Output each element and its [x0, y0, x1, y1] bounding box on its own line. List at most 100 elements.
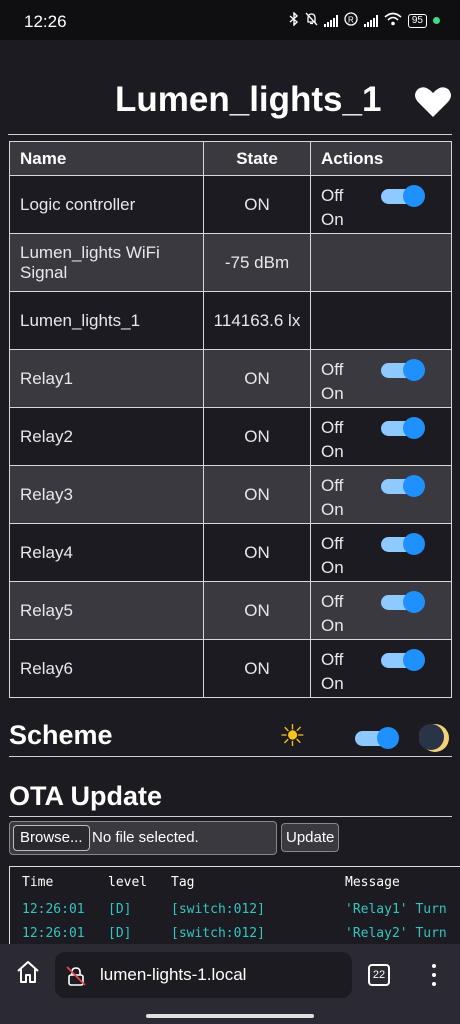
relay1-toggle[interactable] — [381, 358, 425, 381]
log-level: [D] — [108, 926, 132, 941]
mute-bell-icon — [305, 12, 318, 29]
row-state: ON — [203, 523, 311, 582]
off-label: Off — [321, 185, 344, 205]
on-label: On — [321, 383, 344, 403]
column-header-state: State — [203, 141, 311, 176]
logic-controller-toggle[interactable] — [381, 184, 425, 207]
scheme-toggle[interactable] — [355, 727, 399, 749]
insecure-lock-icon[interactable] — [65, 965, 87, 987]
off-label: Off — [321, 359, 344, 379]
relay4-toggle[interactable] — [381, 532, 425, 555]
row-name: Relay1 — [9, 349, 204, 408]
roaming-icon: R — [344, 12, 358, 29]
row-name: Logic controller — [9, 175, 204, 234]
privacy-dot-icon — [433, 17, 440, 24]
gesture-handle — [146, 1014, 314, 1018]
row-state: ON — [203, 465, 311, 524]
row-name: Relay4 — [9, 523, 204, 582]
log-message: 'Relay1' Turn — [345, 902, 447, 917]
menu-kebab-icon[interactable] — [428, 962, 440, 988]
row-name: Lumen_lights_1 — [9, 291, 204, 350]
row-state: ON — [203, 349, 311, 408]
relay6-toggle[interactable] — [381, 648, 425, 671]
divider — [9, 756, 452, 757]
row-actions: Off On — [310, 523, 452, 582]
row-name: Relay2 — [9, 407, 204, 466]
svg-text:R: R — [348, 16, 354, 25]
off-label: Off — [321, 475, 344, 495]
battery-icon: 95 — [407, 13, 427, 28]
bluetooth-icon — [289, 11, 299, 29]
log-panel[interactable]: Time level Tag Message 12:26:01 [D] [swi… — [9, 866, 460, 944]
on-label: On — [321, 499, 344, 519]
tab-count-button[interactable]: 22 — [368, 964, 390, 986]
row-actions — [310, 291, 452, 350]
log-header-time: Time — [22, 875, 54, 890]
scheme-section: Scheme ☀ — [9, 720, 452, 756]
log-message: 'Relay2' Turn — [345, 926, 447, 941]
off-label: Off — [321, 533, 344, 553]
row-actions: Off On — [310, 465, 452, 524]
log-header-tag: Tag — [171, 875, 195, 890]
table-header-row: Name State Actions — [9, 141, 452, 176]
on-label: On — [321, 615, 344, 635]
row-state: ON — [203, 175, 311, 234]
sun-icon: ☀ — [279, 720, 306, 753]
divider — [8, 134, 452, 135]
moon-icon — [419, 724, 449, 752]
on-label: On — [321, 557, 344, 577]
web-page: Lumen_lights_1 Name State Actions Logic … — [0, 40, 460, 944]
table-row: Lumen_lights_1 114163.6 lx — [9, 291, 452, 350]
log-header-level: level — [108, 875, 148, 890]
off-label: Off — [321, 649, 344, 669]
browse-button[interactable]: Browse... — [13, 825, 90, 851]
signal-icon — [323, 14, 338, 27]
status-bar: 12:26 R 95 — [0, 0, 460, 40]
table-row: Relay6 ON Off On — [9, 639, 452, 698]
row-state: -75 dBm — [203, 233, 311, 292]
log-tag: [switch:012] — [171, 902, 265, 917]
row-state: ON — [203, 407, 311, 466]
log-level: [D] — [108, 902, 132, 917]
on-label: On — [321, 209, 344, 229]
table-row: Relay1 ON Off On — [9, 349, 452, 408]
status-icons: R 95 — [289, 11, 440, 29]
on-label: On — [321, 441, 344, 461]
file-input[interactable]: Browse... No file selected. — [9, 821, 277, 855]
row-actions — [310, 233, 452, 292]
row-actions: Off On — [310, 175, 452, 234]
off-label: Off — [321, 417, 344, 437]
divider — [9, 816, 452, 817]
row-actions: Off On — [310, 639, 452, 698]
log-header-message: Message — [345, 875, 400, 890]
relay3-toggle[interactable] — [381, 474, 425, 497]
row-name: Relay5 — [9, 581, 204, 640]
row-state: ON — [203, 639, 311, 698]
off-label: Off — [321, 591, 344, 611]
url-bar[interactable]: lumen-lights-1.local — [55, 952, 352, 998]
status-time: 12:26 — [24, 12, 67, 31]
log-time: 12:26:01 — [22, 902, 85, 917]
row-state: ON — [203, 581, 311, 640]
row-name: Relay6 — [9, 639, 204, 698]
file-status: No file selected. — [92, 829, 199, 846]
table-row: Relay3 ON Off On — [9, 465, 452, 524]
log-time: 12:26:01 — [22, 926, 85, 941]
home-icon[interactable] — [14, 958, 42, 986]
page-title: Lumen_lights_1 — [115, 80, 382, 119]
on-label: On — [321, 673, 344, 693]
table-row: Relay2 ON Off On — [9, 407, 452, 466]
heart-icon — [415, 87, 451, 117]
column-header-actions: Actions — [310, 141, 452, 176]
row-name: Lumen_lights WiFi Signal — [9, 233, 204, 292]
update-button[interactable]: Update — [281, 823, 340, 852]
table-row: Relay5 ON Off On — [9, 581, 452, 640]
relay2-toggle[interactable] — [381, 416, 425, 439]
relay5-toggle[interactable] — [381, 590, 425, 613]
table-row: Logic controller ON Off On — [9, 175, 452, 234]
entity-table: Name State Actions Logic controller ON O… — [9, 141, 452, 698]
browser-toolbar: lumen-lights-1.local 22 — [0, 944, 460, 1024]
url-text: lumen-lights-1.local — [100, 965, 247, 984]
row-actions: Off On — [310, 581, 452, 640]
row-actions: Off On — [310, 349, 452, 408]
